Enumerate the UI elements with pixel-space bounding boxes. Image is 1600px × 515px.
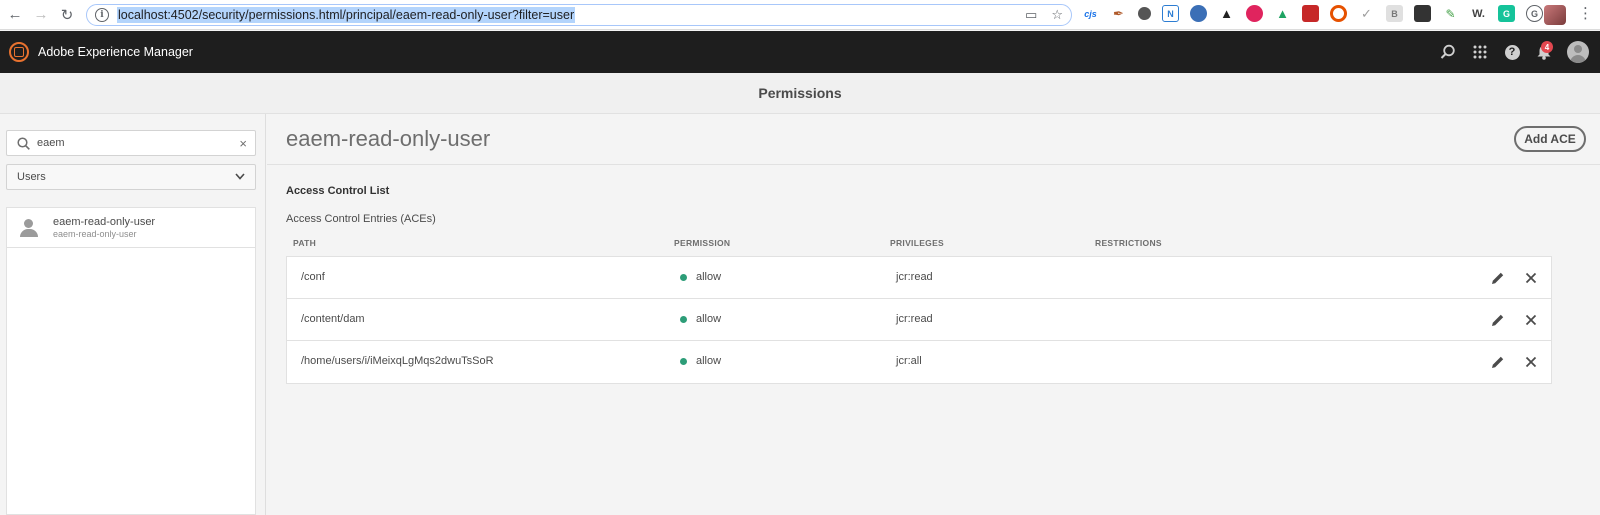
principal-search-input[interactable]: [37, 137, 223, 149]
user-icon: [19, 218, 39, 238]
aem-global-header: Adobe Experience Manager: [0, 31, 1600, 73]
edit-pencil-icon[interactable]: [1490, 354, 1506, 370]
principal-name: eaem-read-only-user: [53, 216, 156, 228]
drive-ext-icon[interactable]: ▲: [1274, 5, 1291, 22]
acl-heading: Access Control List: [286, 185, 390, 197]
delete-close-icon[interactable]: [1523, 312, 1539, 328]
browser-menu-icon[interactable]: ⋮: [1578, 6, 1593, 21]
delete-close-icon[interactable]: [1523, 354, 1539, 370]
ace-permission: allow: [696, 271, 722, 283]
target-ext-icon[interactable]: [1330, 5, 1347, 22]
divider: [267, 164, 1600, 165]
app-title[interactable]: Adobe Experience Manager: [38, 45, 193, 59]
help-icon[interactable]: ?: [1502, 42, 1522, 62]
principal-rail: × Users eaem-read-only-user eaem-read-on…: [0, 114, 266, 515]
ace-path: /conf: [301, 271, 325, 283]
search-field-icon: [17, 136, 30, 150]
cast-icon[interactable]: ▭: [1025, 7, 1037, 23]
delete-close-icon[interactable]: [1523, 270, 1539, 286]
feather-ext-icon[interactable]: [1190, 5, 1207, 22]
ace-row: /content/dam allow jcr:read: [287, 299, 1551, 341]
red-ext-icon[interactable]: [1302, 5, 1319, 22]
ace-row: /home/users/i/iMeixqLgMqs2dwuTsSoR allow…: [287, 341, 1551, 383]
clear-search-icon[interactable]: ×: [239, 136, 247, 151]
grammarly-ext-icon[interactable]: G: [1498, 5, 1515, 22]
search-icon[interactable]: [1438, 42, 1458, 62]
column-header-restrictions: RESTRICTIONS: [1095, 238, 1162, 248]
back-icon[interactable]: ←: [4, 4, 26, 26]
principal-list-item[interactable]: eaem-read-only-user eaem-read-only-user: [7, 208, 255, 248]
principal-title: eaem-read-only-user: [286, 126, 491, 151]
column-header-privileges: PRIVILEGES: [890, 238, 945, 248]
dark-ext-icon[interactable]: [1414, 5, 1431, 22]
notification-count-badge[interactable]: 4: [1541, 41, 1553, 53]
green-ext-icon[interactable]: ✎: [1442, 5, 1459, 22]
column-header-path: PATH: [293, 238, 317, 248]
spy-ext-icon[interactable]: ▲: [1218, 5, 1235, 22]
add-ace-button[interactable]: Add ACE: [1514, 126, 1586, 152]
edit-pencil-icon[interactable]: [1490, 270, 1506, 286]
n-ext-icon[interactable]: N: [1162, 5, 1179, 22]
adobe-logo-icon[interactable]: [9, 42, 29, 62]
reload-icon[interactable]: ↻: [56, 4, 78, 26]
browser-toolbar: ← → ↻ i localhost:4502/security/permissi…: [0, 0, 1600, 30]
solutions-grid-icon[interactable]: [1470, 42, 1490, 62]
ace-permission: allow: [696, 355, 722, 367]
principal-search-field[interactable]: ×: [6, 130, 256, 156]
ace-permission: allow: [696, 313, 722, 325]
b-ext-icon[interactable]: B: [1386, 5, 1403, 22]
w-ext-icon[interactable]: W.: [1470, 5, 1487, 22]
ace-table: /conf allow jcr:read /content/dam allow …: [286, 256, 1552, 384]
allow-status-dot: [680, 316, 687, 323]
chrome-g-ext-icon[interactable]: G: [1526, 5, 1543, 22]
bookmark-star-icon[interactable]: ☆: [1051, 7, 1063, 23]
permissions-main: eaem-read-only-user Add ACE Access Contr…: [267, 114, 1600, 515]
aces-heading: Access Control Entries (ACEs): [286, 213, 436, 225]
title-bar: Permissions: [0, 73, 1600, 114]
chevron-down-icon: [235, 173, 245, 180]
pen-ext-icon[interactable]: ✒: [1110, 5, 1127, 22]
site-info-icon[interactable]: i: [95, 8, 109, 22]
browser-profile-avatar[interactable]: [1544, 5, 1566, 25]
ace-path: /home/users/i/iMeixqLgMqs2dwuTsSoR: [301, 355, 494, 367]
column-header-permission: PERMISSION: [674, 238, 731, 248]
user-avatar[interactable]: [1567, 41, 1589, 63]
ace-row: /conf allow jcr:read: [287, 257, 1551, 299]
globe-ext-icon[interactable]: [1138, 7, 1151, 20]
cjs-ext-icon[interactable]: cjs: [1082, 5, 1099, 22]
ace-path: /content/dam: [301, 313, 365, 325]
edit-pencil-icon[interactable]: [1490, 312, 1506, 328]
principal-list: eaem-read-only-user eaem-read-only-user: [6, 207, 256, 515]
address-bar[interactable]: i localhost:4502/security/permissions.ht…: [86, 4, 1072, 26]
extensions-bar: cjs ✒ N ▲ ▲ ✓ B ✎ W. G G: [1082, 5, 1543, 22]
forward-icon[interactable]: →: [30, 4, 52, 26]
check-ext-icon[interactable]: ✓: [1358, 5, 1375, 22]
principal-type-selected: Users: [17, 171, 46, 183]
principal-id: eaem-read-only-user: [53, 229, 137, 239]
page-title: Permissions: [758, 85, 842, 101]
ace-privileges: jcr:all: [896, 355, 922, 367]
ace-privileges: jcr:read: [896, 313, 933, 325]
eye-ext-icon[interactable]: [1246, 5, 1263, 22]
address-url[interactable]: localhost:4502/security/permissions.html…: [117, 7, 576, 23]
ace-privileges: jcr:read: [896, 271, 933, 283]
allow-status-dot: [680, 358, 687, 365]
principal-type-select[interactable]: Users: [6, 164, 256, 190]
allow-status-dot: [680, 274, 687, 281]
